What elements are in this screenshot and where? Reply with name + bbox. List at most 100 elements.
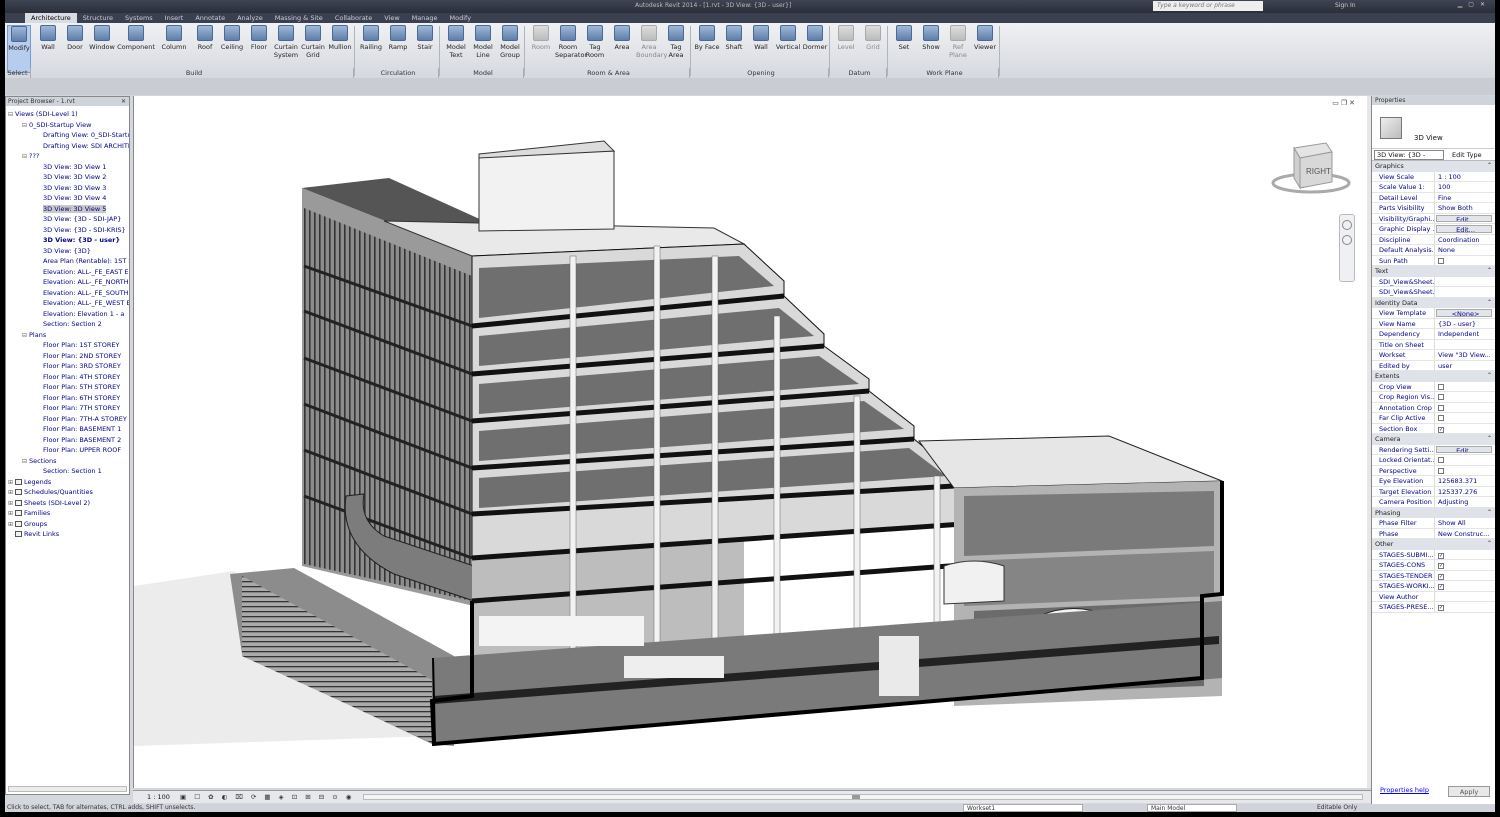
edit-button[interactable]: Edit...: [1436, 445, 1492, 453]
property-group-extents[interactable]: Extents: [1372, 371, 1495, 382]
expand-toggle-icon[interactable]: ⊟: [8, 110, 15, 120]
wall-button[interactable]: Wall: [35, 25, 61, 51]
checkbox[interactable]: ✓: [1438, 605, 1444, 611]
checkbox[interactable]: [1438, 467, 1444, 474]
browser-node[interactable]: Elevation: Elevation 1 - a: [6, 309, 129, 320]
property-group-camera[interactable]: Camera: [1372, 434, 1495, 445]
browser-node[interactable]: 3D View: 3D View 1: [6, 162, 129, 173]
steering-wheel-icon[interactable]: [1342, 220, 1352, 230]
browser-node[interactable]: Section: Section 1: [6, 466, 129, 477]
properties-help-link[interactable]: Properties help: [1380, 786, 1429, 794]
browser-node[interactable]: Elevation: ALL-_FE_WEST ELE: [6, 298, 129, 309]
browser-node[interactable]: Drafting View: SDI ARCHITEC: [6, 141, 129, 152]
navigation-bar[interactable]: [1339, 214, 1355, 282]
browser-node[interactable]: ⊞ Groups: [6, 519, 129, 530]
viewcube[interactable]: RIGHT: [1271, 142, 1351, 194]
select-dropdown[interactable]: Select: [5, 68, 31, 78]
main-model-selector[interactable]: Main Model: [1147, 804, 1237, 812]
property-value[interactable]: New Construc...: [1435, 529, 1495, 539]
model-line-button[interactable]: Model Line: [470, 25, 496, 59]
by-face-button[interactable]: By Face: [694, 25, 720, 51]
browser-node[interactable]: Floor Plan: UPPER ROOF: [6, 445, 129, 456]
property-group-graphics[interactable]: Graphics: [1372, 161, 1495, 172]
browser-node[interactable]: Floor Plan: 4TH STOREY: [6, 372, 129, 383]
expand-toggle-icon[interactable]: ⊟: [22, 457, 29, 467]
property-group-identity-data[interactable]: Identity Data: [1372, 297, 1495, 308]
area-button[interactable]: Area: [609, 25, 635, 51]
mullion-button[interactable]: Mullion: [327, 25, 353, 51]
property-value[interactable]: user: [1435, 361, 1495, 371]
tag-area-button[interactable]: Tag Area: [663, 25, 689, 59]
checkbox[interactable]: [1438, 383, 1444, 390]
component-button[interactable]: Component: [116, 25, 156, 51]
browser-node[interactable]: Floor Plan: BASEMENT 2: [6, 435, 129, 446]
roof-button[interactable]: Roof: [192, 25, 218, 51]
browser-node[interactable]: 3D View: 3D View 3: [6, 183, 129, 194]
browser-node[interactable]: Section: Section 2: [6, 319, 129, 330]
tab-insert[interactable]: Insert: [159, 13, 190, 23]
browser-node[interactable]: Elevation: ALL-_FE_EAST ELE: [6, 267, 129, 278]
property-group-text[interactable]: Text: [1372, 266, 1495, 277]
building-model[interactable]: RIGHT: [134, 96, 1368, 788]
railing-button[interactable]: Railing: [358, 25, 384, 51]
tag-room-button[interactable]: Tag Room: [582, 25, 608, 59]
property-value[interactable]: {3D - user}: [1435, 319, 1495, 329]
property-value[interactable]: 100: [1435, 182, 1495, 192]
browser-node[interactable]: Floor Plan: BASEMENT 1: [6, 424, 129, 435]
checkbox[interactable]: ✓: [1438, 426, 1444, 433]
workset-selector[interactable]: Workset1: [963, 804, 1083, 812]
property-value[interactable]: 125683.371: [1435, 476, 1495, 486]
expand-toggle-icon[interactable]: ⊞: [8, 509, 15, 519]
browser-node[interactable]: 3D View: 3D View 2: [6, 172, 129, 183]
set-button[interactable]: Set: [891, 25, 917, 51]
tab-architecture[interactable]: Architecture: [25, 13, 77, 23]
checkbox[interactable]: [1438, 457, 1444, 463]
property-value[interactable]: Show Both: [1435, 203, 1495, 213]
property-value[interactable]: [1435, 287, 1495, 297]
browser-node[interactable]: Floor Plan: 1ST STOREY: [6, 340, 129, 351]
curtain-system-button[interactable]: Curtain System: [273, 25, 299, 59]
browser-node[interactable]: Floor Plan: 6TH STOREY: [6, 393, 129, 404]
browser-node[interactable]: Elevation: ALL-_FE_SOUTH EL: [6, 288, 129, 299]
property-group-phasing[interactable]: Phasing: [1372, 507, 1495, 518]
edit-button[interactable]: Edit...: [1436, 214, 1492, 222]
3d-viewport[interactable]: RIGHT ▭❐✕: [133, 96, 1367, 788]
browser-node[interactable]: Elevation: ALL-_FE_NORTH E: [6, 277, 129, 288]
instance-selector[interactable]: 3D View: {3D - user}: [1374, 150, 1444, 168]
checkbox[interactable]: [1438, 404, 1444, 411]
edit-button[interactable]: Edit...: [1436, 225, 1492, 233]
browser-node[interactable]: ⊟ 0_SDI-Startup View: [6, 120, 129, 131]
scroll-thumb[interactable]: [852, 795, 860, 799]
show-button[interactable]: Show: [918, 25, 944, 51]
apply-button[interactable]: Apply: [1448, 786, 1490, 797]
property-value[interactable]: Independent: [1435, 329, 1495, 339]
browser-node[interactable]: 3D View: 3D View 5: [6, 204, 129, 215]
expand-toggle-icon[interactable]: ⊟: [22, 152, 29, 162]
tab-annotate[interactable]: Annotate: [189, 13, 231, 23]
help-search-input[interactable]: Type a keyword or phrase: [1153, 1, 1263, 11]
browser-node[interactable]: ⊞ Legends: [6, 477, 129, 488]
property-value[interactable]: [1435, 277, 1495, 287]
browser-node[interactable]: Floor Plan: 2ND STOREY: [6, 351, 129, 362]
column-button[interactable]: Column: [157, 25, 191, 51]
browser-node[interactable]: ⊟ Views (SDI-Level 1): [6, 109, 129, 120]
tab-modify[interactable]: Modify: [444, 13, 478, 23]
ceiling-button[interactable]: Ceiling: [219, 25, 245, 51]
modify-button[interactable]: Modify: [7, 25, 31, 73]
dormer-button[interactable]: Dormer: [802, 25, 828, 51]
checkbox[interactable]: ✓: [1438, 552, 1444, 559]
tab-manage[interactable]: Manage: [406, 13, 444, 23]
property-group-other[interactable]: Other: [1372, 539, 1495, 550]
window-button[interactable]: Window: [89, 25, 115, 51]
browser-node[interactable]: 3D View: 3D View 4: [6, 193, 129, 204]
tab-systems[interactable]: Systems: [119, 13, 159, 23]
sign-in-link[interactable]: Sign In: [1335, 2, 1356, 9]
ref-plane-button[interactable]: Ref Plane: [945, 25, 971, 59]
horizontal-scrollbar[interactable]: [363, 794, 1363, 800]
browser-node[interactable]: 3D View: {3D - SDI-KRIS}: [6, 225, 129, 236]
property-value[interactable]: 125337.276: [1435, 487, 1495, 497]
property-value[interactable]: [1435, 592, 1495, 602]
browser-node[interactable]: Area Plan (Rentable): 1ST STO: [6, 256, 129, 267]
edit-type-button[interactable]: Edit Type: [1452, 151, 1482, 159]
property-value[interactable]: View "3D View...: [1435, 350, 1495, 360]
